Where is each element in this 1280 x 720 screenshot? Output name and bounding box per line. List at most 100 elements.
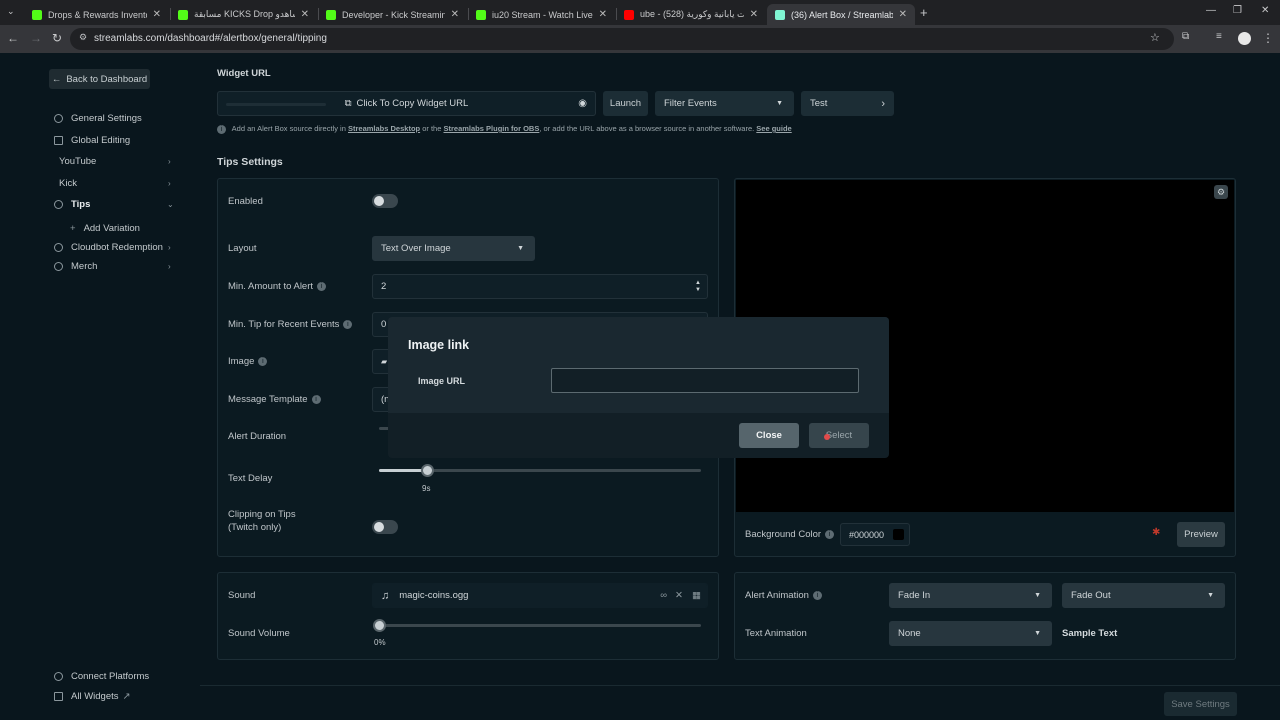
close-button[interactable]: Close — [739, 423, 799, 448]
text-delay-slider-knob[interactable] — [420, 464, 434, 477]
layout-select[interactable]: Text Over Image ▼ — [372, 236, 535, 261]
see-guide-link[interactable]: See guide — [756, 124, 791, 133]
back-arrow-icon[interactable]: ← — [7, 31, 19, 45]
image-url-label: Image URL — [418, 376, 466, 386]
url-text[interactable]: streamlabs.com/dashboard#/alertbox/gener… — [94, 33, 327, 44]
add-variation-button[interactable]: + Add Variation — [70, 223, 140, 234]
obs-plugin-link[interactable]: Streamlabs Plugin for OBS — [444, 124, 540, 133]
sound-volume-label: Sound Volume — [228, 628, 290, 639]
close-tab-icon[interactable]: ✕ — [599, 9, 607, 20]
address-bar[interactable]: ⚙ streamlabs.com/dashboard#/alertbox/gen… — [70, 28, 1174, 50]
tab-search-icon[interactable]: ⌄ — [7, 6, 15, 17]
select-button[interactable]: Select — [809, 423, 869, 448]
menu-icon[interactable]: ⋮ — [1262, 31, 1274, 45]
text-delay-value: 9s — [422, 484, 431, 493]
browser-toolbar: ← → ↻ ⚙ streamlabs.com/dashboard#/alertb… — [0, 25, 1280, 53]
close-tab-icon[interactable]: ✕ — [451, 9, 459, 20]
preview-button[interactable]: Preview — [1177, 522, 1225, 547]
extensions-icon[interactable]: ⧉ — [1182, 31, 1189, 42]
fade-in-select[interactable]: Fade In ▼ — [889, 583, 1052, 608]
color-swatch[interactable] — [893, 529, 904, 540]
maximize-icon[interactable]: ❐ — [1233, 5, 1242, 16]
music-note-icon: ♫ — [381, 589, 390, 602]
widget-help-text: i Add an Alert Box source directly in St… — [217, 124, 792, 134]
gear-icon — [54, 114, 63, 123]
sidebar-item-general-settings[interactable]: General Settings — [54, 113, 142, 124]
tab-youtube[interactable]: ube - حلويات يابانية وكورية (528) ✕ — [616, 4, 766, 25]
filter-events-select[interactable]: Filter Events ▼ — [655, 91, 794, 116]
settings-gear-icon[interactable]: ⚙ — [1214, 185, 1228, 199]
back-to-dashboard-button[interactable]: ← Back to Dashboard — [49, 69, 150, 89]
sidebar-item-kick[interactable]: Kick — [59, 178, 77, 189]
sidebar-item-merch[interactable]: Merch — [54, 261, 97, 272]
caret-down-icon: ▼ — [1034, 592, 1041, 599]
link-icon — [54, 672, 63, 681]
close-tab-icon[interactable]: ✕ — [153, 9, 161, 20]
widget-url-title: Widget URL — [217, 68, 271, 79]
min-amount-input[interactable]: 2 ▲ ▼ — [372, 274, 708, 299]
test-select[interactable]: Test › — [801, 91, 894, 116]
tab-kicks-drop[interactable]: مسابقة KICKS Drop هذا شاهدو ✕ — [170, 4, 317, 25]
all-widgets-link[interactable]: All Widgets ↗ — [54, 691, 130, 702]
tab-alert-box[interactable]: (36) Alert Box / Streamlabs ✕ — [767, 4, 915, 25]
sound-file-field[interactable]: ♫ magic-coins.ogg ∞ ✕ ▦ — [372, 583, 708, 608]
background-color-input[interactable]: #000000 — [840, 523, 910, 546]
info-icon: i — [825, 529, 835, 539]
tab-developer-kick[interactable]: Developer - Kick Streaming ✕ — [318, 4, 467, 25]
grid-icon[interactable]: ▦ — [692, 590, 701, 601]
close-window-icon[interactable]: ✕ — [1261, 5, 1269, 16]
close-tab-icon[interactable]: ✕ — [899, 9, 907, 20]
sidebar-item-cloudbot[interactable]: Cloudbot Redemption — [54, 242, 163, 253]
text-animation-select[interactable]: None ▼ — [889, 621, 1052, 646]
background-color-label: Background Color i — [745, 529, 835, 540]
new-tab-icon[interactable]: + — [920, 5, 928, 20]
streamlabs-desktop-link[interactable]: Streamlabs Desktop — [348, 124, 420, 133]
close-tab-icon[interactable]: ✕ — [301, 9, 309, 20]
clipping-toggle[interactable] — [372, 520, 398, 534]
cursor-indicator — [824, 434, 830, 440]
close-tab-icon[interactable]: ✕ — [750, 9, 758, 20]
browser-tab-strip: ⌄ Drops & Rewards Inventory - K ✕ مسابقة… — [0, 0, 1280, 25]
sound-volume-value: 0% — [374, 638, 386, 647]
enabled-toggle[interactable] — [372, 194, 398, 208]
youtube-icon — [624, 9, 634, 20]
grid-icon — [54, 136, 63, 145]
launch-button[interactable]: Launch — [603, 91, 648, 116]
plus-icon: + — [70, 223, 76, 234]
clipping-label: Clipping on Tips (Twitch only) — [228, 509, 296, 533]
caret-down-icon: ▼ — [517, 245, 524, 252]
info-icon: i — [812, 590, 822, 600]
fade-out-select[interactable]: Fade Out ▼ — [1062, 583, 1225, 608]
reload-icon[interactable]: ↻ — [52, 31, 62, 45]
save-settings-button[interactable]: Save Settings — [1164, 692, 1237, 716]
info-icon: i — [343, 319, 353, 329]
chevron-right-icon: › — [168, 262, 171, 271]
sidebar-item-tips[interactable]: Tips — [54, 199, 90, 210]
eye-icon[interactable]: ◉ — [578, 98, 587, 109]
folder-icon[interactable]: ▰ — [381, 357, 387, 366]
site-info-icon[interactable]: ⚙ — [79, 32, 87, 43]
minimize-icon[interactable]: — — [1206, 5, 1216, 16]
forward-arrow-icon[interactable]: → — [30, 31, 42, 45]
bug-icon[interactable]: ✱ — [1152, 527, 1160, 538]
tab-drops-rewards[interactable]: Drops & Rewards Inventory - K ✕ — [24, 4, 169, 25]
profile-avatar[interactable] — [1238, 32, 1251, 45]
sound-volume-slider-knob[interactable] — [372, 619, 386, 632]
media-icon[interactable]: ≡ — [1216, 31, 1222, 42]
tab-iu20-stream[interactable]: iu20 Stream - Watch Live on Ki ✕ — [468, 4, 615, 25]
info-icon: i — [258, 356, 268, 366]
remove-icon[interactable]: ✕ — [675, 590, 683, 601]
link-icon[interactable]: ∞ — [660, 590, 667, 601]
copy-widget-url-field[interactable]: ⧉ Click To Copy Widget URL ◉ — [217, 91, 596, 116]
blurred-url — [226, 103, 326, 106]
number-stepper-icon[interactable]: ▲ ▼ — [695, 280, 701, 294]
bookmark-star-icon[interactable]: ☆ — [1150, 31, 1160, 44]
sidebar-item-global-editing[interactable]: Global Editing — [54, 135, 130, 146]
arrow-left-icon: ← — [51, 73, 62, 85]
connect-platforms-link[interactable]: Connect Platforms — [54, 671, 149, 682]
copy-icon: ⧉ — [344, 98, 352, 109]
sound-volume-slider[interactable] — [379, 624, 701, 627]
sidebar-item-youtube[interactable]: YouTube — [59, 156, 96, 167]
image-url-input[interactable] — [551, 368, 859, 393]
tips-icon — [54, 200, 63, 209]
